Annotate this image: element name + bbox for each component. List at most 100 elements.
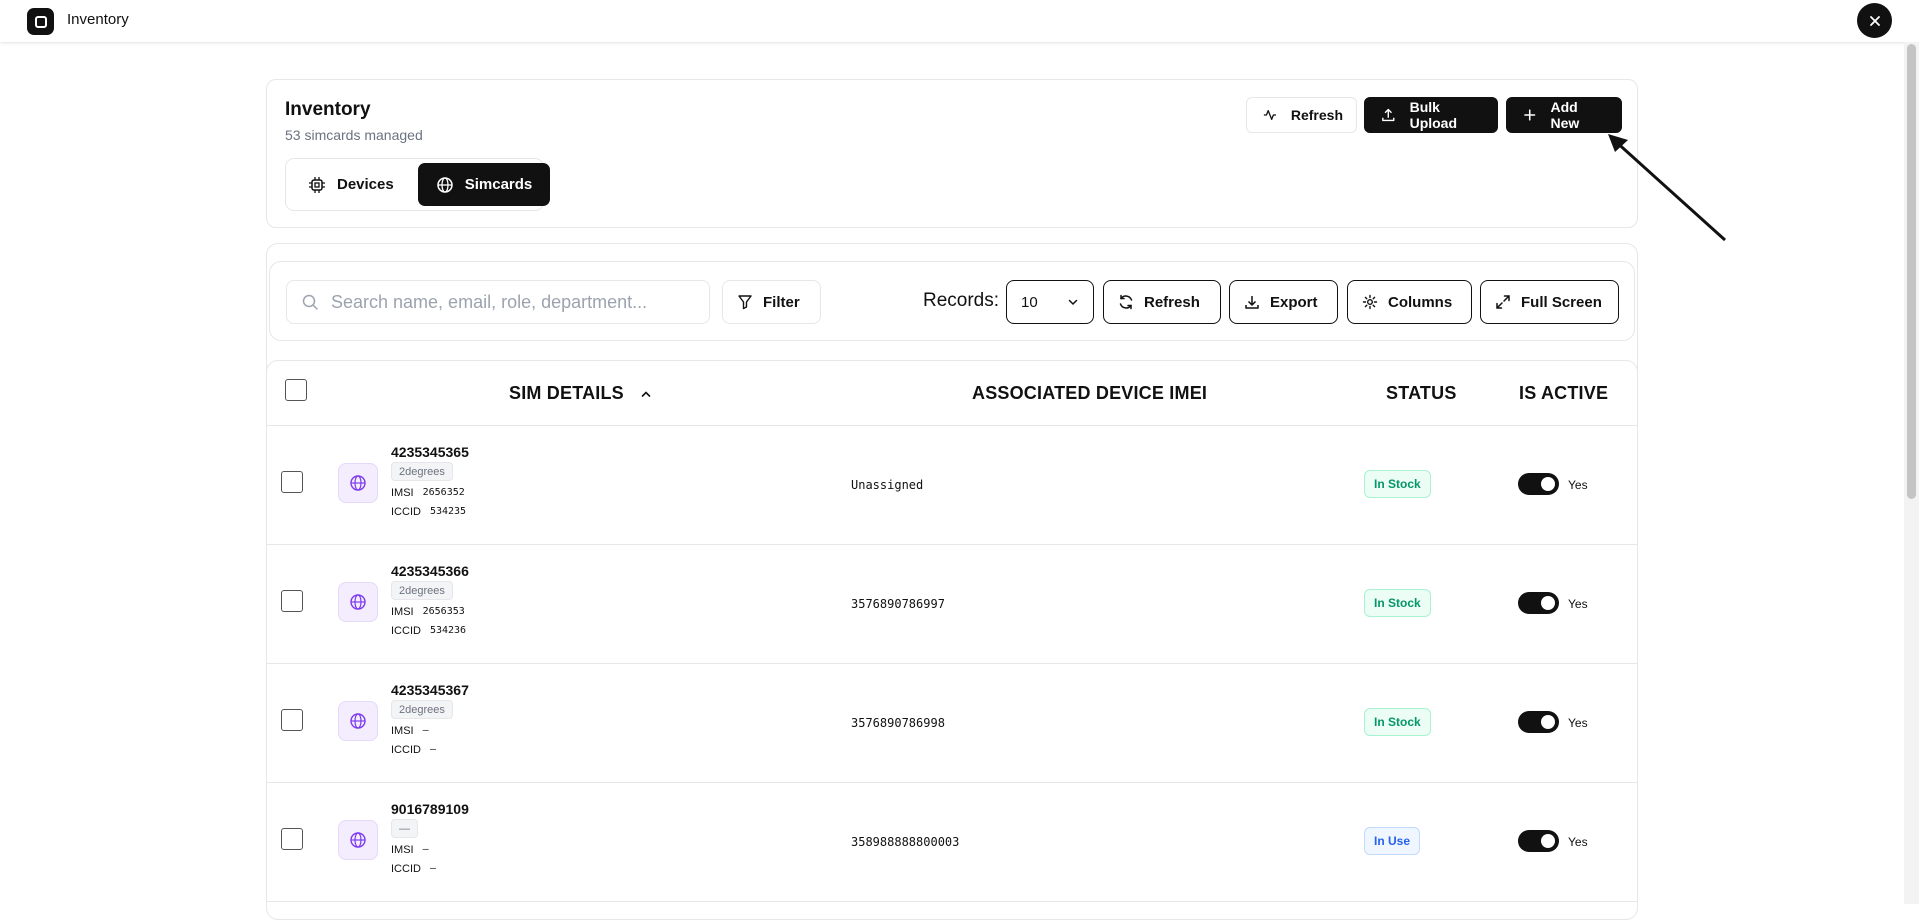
table-row[interactable]: 9016789109 — IMSI – ICCID – 35898888880000…: [267, 783, 1637, 902]
search-box[interactable]: [286, 280, 710, 324]
imsi-line: IMSI 2656353: [391, 606, 465, 618]
imsi-line: IMSI 2656352: [391, 487, 465, 499]
export-label: Export: [1270, 293, 1318, 311]
filter-icon: [738, 295, 752, 310]
records-value: 10: [1021, 293, 1038, 311]
status-badge: In Stock: [1364, 589, 1431, 617]
table-refresh-label: Refresh: [1144, 293, 1200, 311]
imsi-label: IMSI: [391, 844, 414, 856]
gear-icon: [1362, 294, 1378, 310]
row-checkbox[interactable]: [281, 590, 303, 612]
iccid-label: ICCID: [391, 625, 421, 637]
search-icon: [302, 294, 318, 310]
active-label: Yes: [1568, 597, 1588, 611]
chevron-down-icon: [1068, 299, 1078, 306]
iccid-value: 534235: [429, 506, 467, 517]
active-toggle[interactable]: [1518, 711, 1559, 733]
column-header-sim-details[interactable]: SIM DETAILS: [509, 383, 652, 404]
row-checkbox[interactable]: [281, 709, 303, 731]
table-row[interactable]: 4235345367 2degrees IMSI – ICCID – 3576890…: [267, 664, 1637, 783]
table-row[interactable]: 4235345366 2degrees IMSI 2656353 ICCID 534…: [267, 545, 1637, 664]
imsi-line: IMSI –: [391, 725, 429, 737]
sim-globe-icon: [338, 701, 378, 741]
table-refresh-button[interactable]: Refresh: [1103, 280, 1221, 324]
row-checkbox[interactable]: [281, 471, 303, 493]
table-toolbar: Filter Records: 10 Refresh Export Column…: [269, 261, 1635, 341]
imsi-value: –: [422, 725, 429, 736]
records-label: Records:: [923, 290, 1000, 311]
plus-icon: [1524, 109, 1536, 121]
active-toggle[interactable]: [1518, 830, 1559, 852]
imsi-value: 2656353: [422, 606, 465, 617]
columns-button[interactable]: Columns: [1347, 280, 1472, 324]
globe-icon: [436, 176, 453, 193]
active-label: Yes: [1568, 835, 1588, 849]
table-row[interactable]: 4235345365 2degrees IMSI 2656352 ICCID 534…: [267, 426, 1637, 545]
status-badge: In Stock: [1364, 470, 1431, 498]
imsi-label: IMSI: [391, 487, 414, 499]
iccid-label: ICCID: [391, 744, 421, 756]
column-header-status[interactable]: STATUS: [1386, 383, 1457, 404]
header-refresh-label: Refresh: [1290, 107, 1343, 123]
imsi-label: IMSI: [391, 606, 414, 618]
export-button[interactable]: Export: [1229, 280, 1338, 324]
inventory-header-card: Inventory 53 simcards managed Devices Si…: [266, 79, 1638, 228]
scrollbar-thumb[interactable]: [1907, 44, 1916, 499]
imsi-value: 2656352: [422, 487, 465, 498]
top-bar: Inventory: [0, 0, 1919, 42]
sim-details-header-label: SIM DETAILS: [509, 383, 624, 403]
sort-ascending-icon[interactable]: [640, 388, 652, 400]
tab-simcards-label: Simcards: [464, 176, 533, 193]
sim-globe-icon: [338, 820, 378, 860]
app-title: Inventory: [67, 11, 129, 28]
sim-globe-icon: [338, 463, 378, 503]
table-header: SIM DETAILS ASSOCIATED DEVICE IMEI STATU…: [267, 361, 1637, 426]
iccid-label: ICCID: [391, 863, 421, 875]
select-all-checkbox[interactable]: [285, 379, 307, 401]
carrier-badge: 2degrees: [391, 700, 453, 719]
status-badge: In Use: [1364, 827, 1421, 855]
imsi-value: –: [422, 844, 429, 855]
activity-icon: [1263, 110, 1276, 120]
page-subtitle: 53 simcards managed: [285, 127, 423, 143]
header-refresh-button[interactable]: Refresh: [1246, 97, 1357, 133]
iccid-line: ICCID –: [391, 744, 436, 756]
records-select[interactable]: 10: [1006, 280, 1094, 324]
sim-number: 4235345365: [391, 444, 469, 460]
search-input[interactable]: [331, 291, 691, 313]
device-imei: 358988888800003: [851, 835, 960, 849]
bulk-upload-button[interactable]: Bulk Upload: [1364, 97, 1498, 133]
upload-icon: [1382, 108, 1395, 122]
annotation-arrow: [1608, 134, 1727, 242]
active-toggle[interactable]: [1518, 592, 1559, 614]
tab-devices[interactable]: Devices: [290, 163, 412, 206]
column-header-is-active[interactable]: IS ACTIVE: [1519, 383, 1608, 404]
iccid-value: 534236: [429, 625, 467, 636]
app-logo-icon: [27, 8, 54, 35]
filter-button[interactable]: Filter: [722, 280, 821, 324]
device-imei: 3576890786998: [851, 716, 945, 730]
carrier-badge: 2degrees: [391, 581, 453, 600]
close-button[interactable]: [1857, 3, 1892, 38]
active-toggle[interactable]: [1518, 473, 1559, 495]
tab-simcards[interactable]: Simcards: [417, 163, 551, 206]
expand-icon: [1496, 295, 1510, 309]
column-header-imei[interactable]: ASSOCIATED DEVICE IMEI: [972, 383, 1207, 404]
simcards-table: SIM DETAILS ASSOCIATED DEVICE IMEI STATU…: [266, 360, 1638, 920]
sim-number: 4235345367: [391, 682, 469, 698]
close-icon: [1869, 15, 1880, 26]
columns-label: Columns: [1388, 293, 1453, 311]
full-screen-button[interactable]: Full Screen: [1480, 280, 1619, 324]
full-screen-label: Full Screen: [1521, 293, 1602, 311]
active-label: Yes: [1568, 478, 1588, 492]
carrier-badge: 2degrees: [391, 462, 453, 481]
cpu-icon: [309, 176, 325, 193]
iccid-value: –: [429, 744, 436, 755]
iccid-line: ICCID 534235: [391, 506, 466, 518]
add-new-button[interactable]: Add New: [1506, 97, 1622, 133]
imsi-label: IMSI: [391, 725, 414, 737]
filter-label: Filter: [763, 293, 800, 311]
imsi-line: IMSI –: [391, 844, 429, 856]
iccid-label: ICCID: [391, 506, 421, 518]
row-checkbox[interactable]: [281, 828, 303, 850]
